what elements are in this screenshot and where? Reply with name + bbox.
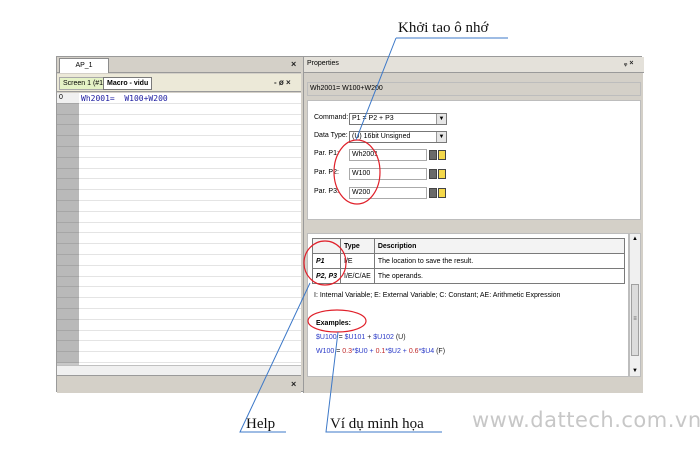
- annotation-overlay: [239, 37, 508, 433]
- examples-ellipse: [307, 309, 367, 333]
- param-column-ellipse: [303, 240, 347, 286]
- memory-params-ellipse: [333, 139, 381, 205]
- callout-line-example: [325, 331, 442, 433]
- watermark: www.dattech.com.vn: [472, 408, 700, 432]
- callout-line-memory: [355, 37, 508, 141]
- callout-line-help: [239, 282, 311, 433]
